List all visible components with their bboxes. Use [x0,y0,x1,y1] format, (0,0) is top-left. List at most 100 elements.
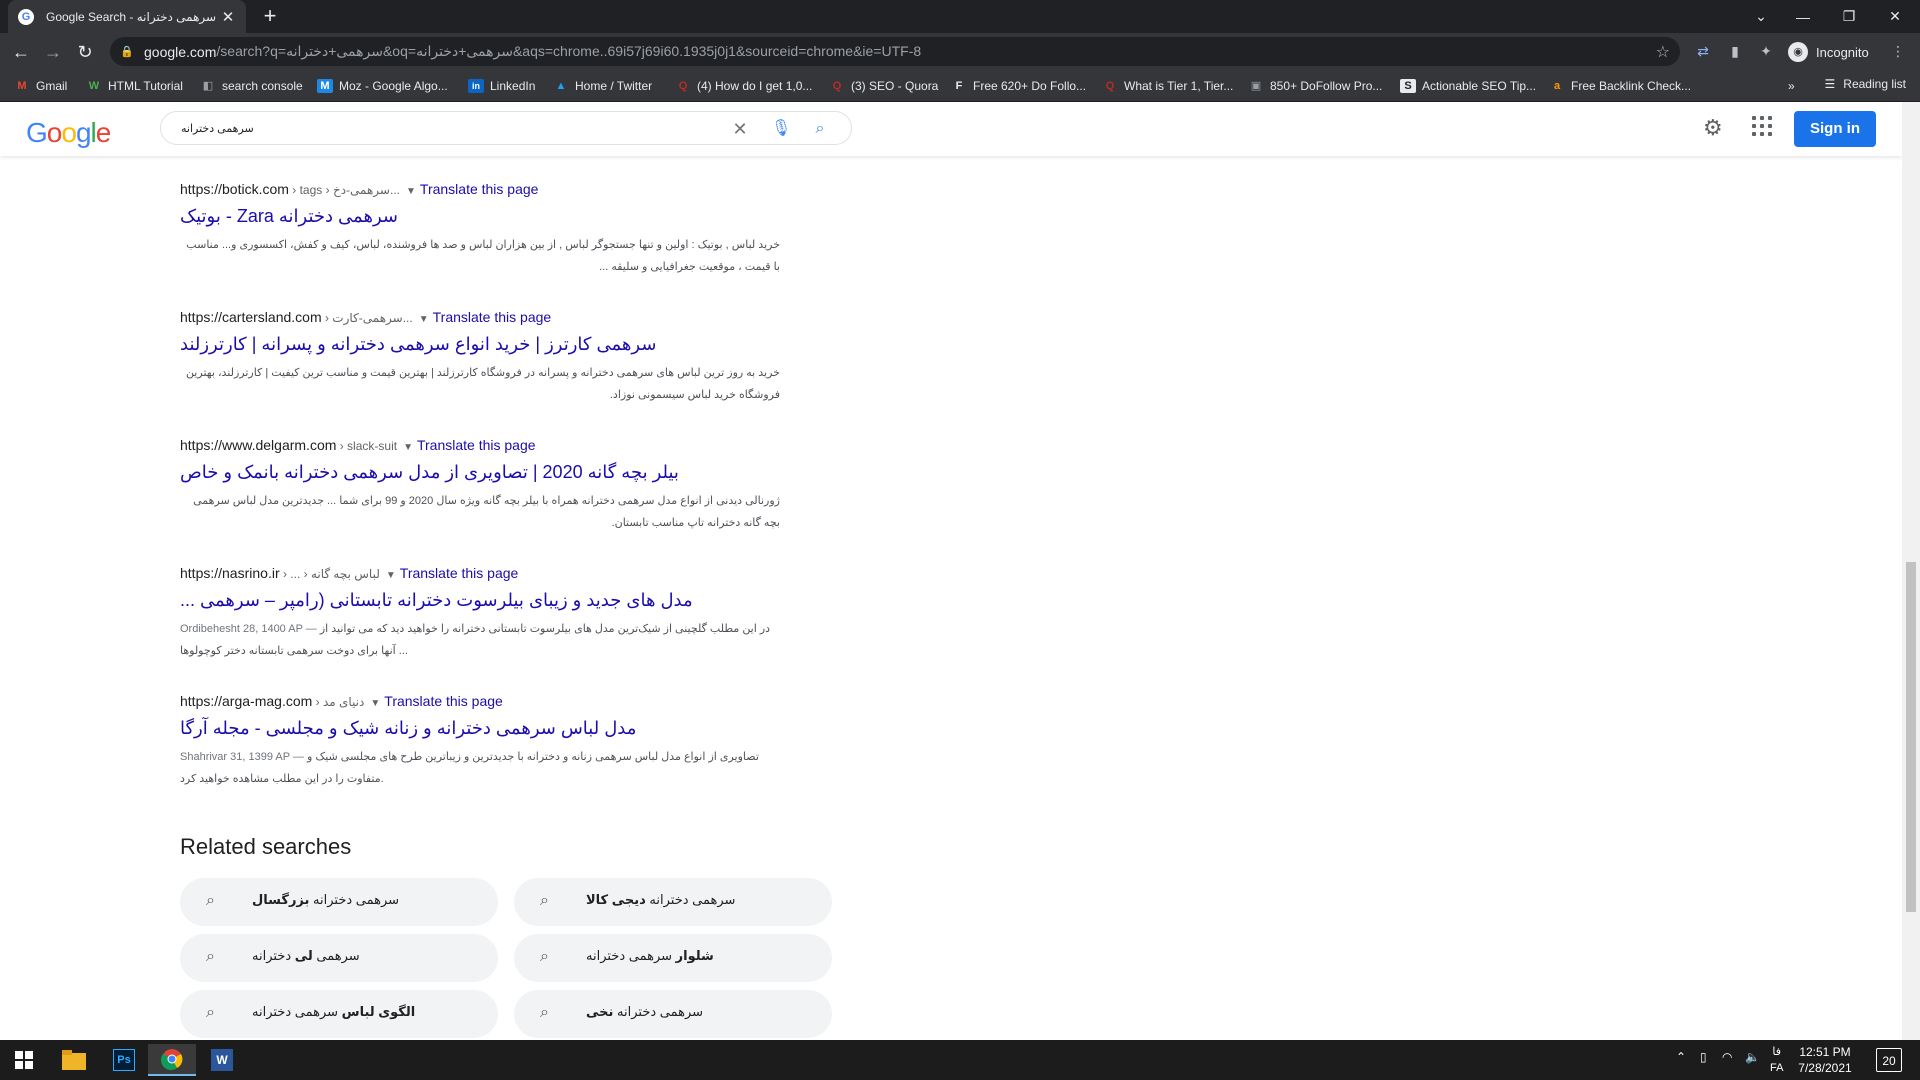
settings-gear-icon[interactable]: ⚙ [1703,115,1723,141]
bookmark-html-tutorial[interactable]: W HTML Tutorial [86,77,183,95]
dropdown-arrow-icon[interactable]: ▼ [370,698,380,709]
show-hidden-icons-icon[interactable]: ⌃ [1676,1050,1686,1064]
result-snippet: خرید لباس , بوتیک : اولین و تنها جستجوگر… [186,239,780,273]
result-title-link[interactable]: مدل های جدید و زیبای بیلرسوت دخترانه تاب… [180,588,840,612]
dropdown-arrow-icon[interactable]: ▼ [419,314,429,325]
bookmark-gmail[interactable]: M Gmail [14,77,67,95]
bookmark-twitter[interactable]: ▲ Home / Twitter [553,77,653,95]
search-icon[interactable]: ⌕ [811,120,829,138]
sign-in-button[interactable]: Sign in [1794,111,1876,147]
translate-link[interactable]: Translate this page [384,693,503,709]
result-title-link[interactable]: سرهمی دخترانه Zara - بوتیک [180,204,840,228]
dropdown-arrow-icon[interactable]: ▼ [406,186,416,197]
result-title-link[interactable]: سرهمی کارترز | خرید انواع سرهمی دخترانه … [180,332,840,356]
scrollbar-thumb[interactable] [1906,562,1916,912]
extension-icon[interactable]: ▮ [1725,41,1745,61]
translate-extension-icon[interactable]: ⇄ [1693,41,1713,61]
dropdown-arrow-icon[interactable]: ▼ [386,570,396,581]
address-bar[interactable]: 🔒 google.com/search?q=سرهمی+دخترانه&oq=س… [110,37,1680,66]
google-header: Google سرهمی دخترانه ✕ 🎙 ⌕ ⚙ Sign in [0,102,1902,156]
quora-icon: Q [1105,80,1115,92]
moz-icon: M [317,79,333,93]
language-indicator[interactable]: فا FA [1770,1044,1783,1076]
windows-start-icon[interactable] [0,1044,48,1076]
search-box[interactable]: سرهمی دخترانه ✕ 🎙 ⌕ [160,111,852,145]
google-logo[interactable]: Google [26,117,111,149]
word-icon[interactable]: W [198,1044,246,1076]
bookmark-quora-seo[interactable]: Q (3) SEO - Quora [829,77,939,95]
search-console-icon: ◧ [202,80,214,92]
result-citation[interactable]: https://www.delgarm.com › slack-suit ▼ Tra… [180,436,840,454]
bookmark-tier[interactable]: Q What is Tier 1, Tier... [1102,77,1234,95]
result-title-link[interactable]: مدل لباس سرهمی دخترانه و زنانه شیک و مجل… [180,716,840,740]
site-icon: S [1400,79,1416,93]
close-tab-icon[interactable]: ✕ [220,8,236,26]
reload-button[interactable]: ↻ [72,39,98,65]
bookmark-free-620[interactable]: F Free 620+ Do Follo... [951,77,1086,95]
file-explorer-icon[interactable] [50,1044,98,1076]
related-search-chip[interactable]: ⌕ الگوی لباس سرهمی دخترانه [180,990,498,1038]
page-scrollbar[interactable] [1902,102,1920,1040]
photoshop-icon[interactable]: Ps [100,1044,148,1076]
speaker-icon[interactable]: 🔈 [1745,1050,1760,1064]
new-tab-button[interactable]: + [258,4,282,28]
bookmark-850-dofollow[interactable]: ▣ 850+ DoFollow Pro... [1248,77,1383,95]
restore-button[interactable]: ❐ [1826,0,1872,33]
google-apps-icon[interactable] [1752,116,1772,136]
notification-center-icon[interactable]: 20 [1876,1048,1902,1072]
result-snippet: Shahrivar 31, 1399 AP — تصاویری از انواع… [180,751,759,785]
battery-icon[interactable]: ▯ [1700,1050,1707,1064]
lock-icon[interactable]: 🔒 [120,45,134,59]
result-citation[interactable]: https://cartersland.com › سرهمی-کارت... ▼… [180,308,840,326]
search-icon: ⌕ [540,948,549,965]
bookmark-quora-1[interactable]: Q (4) How do I get 1,0... [675,77,813,95]
tab-search-icon[interactable]: ⌄ [1738,0,1784,33]
related-search-chip[interactable]: ⌕ شلوار سرهمی دخترانه [514,934,832,982]
tab-google-search[interactable]: G Google Search - سرهمی دخترانه ✕ [8,0,246,33]
incognito-label: Incognito [1816,44,1869,60]
result-citation[interactable]: https://botick.com › tags › سرهمی-دخ... ▼… [180,180,840,198]
linkedin-icon: in [468,79,484,93]
chrome-taskbar-icon[interactable] [148,1044,196,1076]
url-path: /search?q=سرهمی+دخترانه&oq=سرهمی+دخترانه… [216,43,922,59]
wifi-icon[interactable]: ◠ [1722,1050,1732,1064]
extensions-puzzle-icon[interactable]: ✦ [1756,41,1776,61]
translate-link[interactable]: Translate this page [420,181,539,197]
search-input[interactable]: سرهمی دخترانه [181,122,254,135]
bookmark-actionable-seo[interactable]: S Actionable SEO Tip... [1400,77,1536,95]
related-search-chip[interactable]: ⌕ سرهمی دخترانه نخی [514,990,832,1038]
related-search-chip[interactable]: ⌕ سرهمی دخترانه دیجی کالا [514,878,832,926]
twitter-icon: ▲ [555,80,567,92]
microphone-icon[interactable]: 🎙 [771,120,791,138]
more-bookmarks-icon[interactable]: » [1788,77,1795,95]
clear-search-icon[interactable]: ✕ [731,120,749,138]
search-icon: ⌕ [540,892,549,909]
translate-link[interactable]: Translate this page [433,309,552,325]
forward-button[interactable]: → [40,39,66,65]
result-citation[interactable]: https://arga-mag.com › دنیای مد ▼ Translat… [180,692,840,710]
incognito-indicator[interactable]: ◉ Incognito [1788,39,1869,65]
reading-list-button[interactable]: ☰ Reading list [1825,77,1906,91]
close-window-button[interactable]: ✕ [1872,0,1918,33]
result-title-link[interactable]: بیلر بچه گانه 2020 | تصاویری از مدل سرهم… [180,460,840,484]
tab-title: Google Search - سرهمی دخترانه [46,9,217,24]
amazon-icon: a [1553,80,1561,92]
dropdown-arrow-icon[interactable]: ▼ [403,442,413,453]
bookmark-linkedin[interactable]: in LinkedIn [468,77,535,95]
bookmark-search-console[interactable]: ◧ search console [200,77,303,95]
bookmark-star-icon[interactable]: ☆ [1656,42,1670,62]
related-search-chip[interactable]: ⌕ سرهمی لی دخترانه [180,934,498,982]
result-citation[interactable]: https://nasrino.ir › ... › لباس بچه گانه… [180,564,840,582]
bookmark-moz[interactable]: M Moz - Google Algo... [317,77,448,95]
minimize-button[interactable]: — [1780,0,1826,33]
related-search-chip[interactable]: ⌕ سرهمی دخترانه بزرگسال [180,878,498,926]
system-clock[interactable]: 12:51 PM 7/28/2021 [1785,1044,1865,1076]
clock-time: 12:51 PM [1799,1045,1851,1059]
translate-link[interactable]: Translate this page [400,565,519,581]
back-button[interactable]: ← [8,39,34,65]
result-snippet: Ordibehesht 28, 1400 AP — در این مطلب گل… [180,623,771,657]
tab-strip: G Google Search - سرهمی دخترانه ✕ + ⌄ — … [0,0,1920,33]
bookmark-backlink-check[interactable]: a Free Backlink Check... [1549,77,1691,95]
menu-kebab-icon[interactable]: ⋮ [1888,41,1908,61]
translate-link[interactable]: Translate this page [417,437,536,453]
